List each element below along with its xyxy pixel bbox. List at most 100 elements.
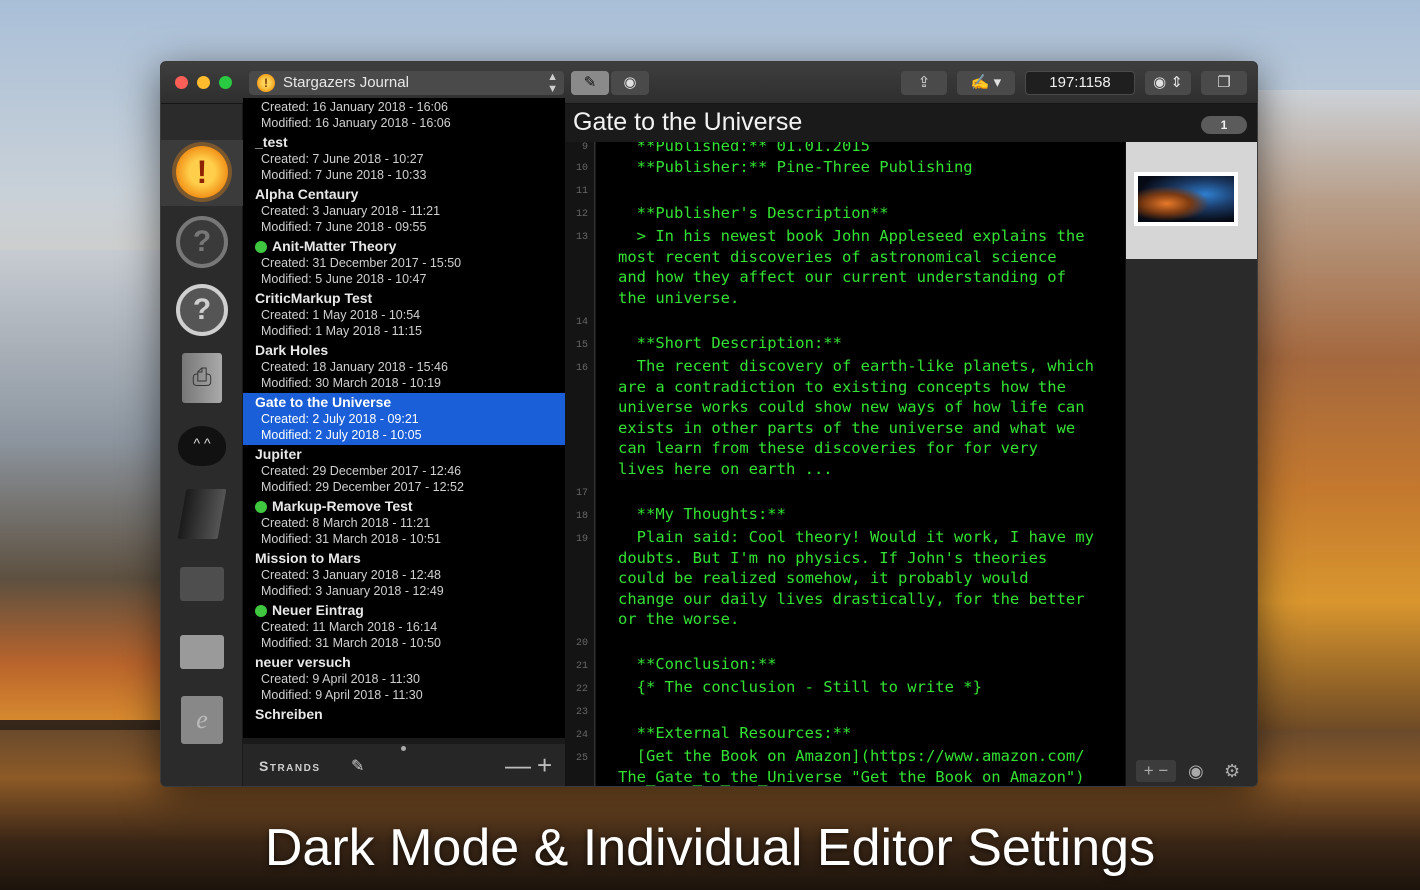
cat-icon: ^ ^ [178, 426, 226, 466]
list-item[interactable]: Schreiben [243, 705, 565, 725]
list-item[interactable]: _test Created: 7 June 2018 - 10:27 Modif… [243, 133, 565, 185]
line-number: 21 [575, 661, 588, 672]
journal-e[interactable]: e [175, 692, 229, 748]
editor-line: **Publisher's Description** [618, 204, 889, 222]
journal-folder[interactable] [175, 556, 229, 612]
entry-title: Alpha Centaury [255, 186, 359, 202]
entry-title: Neuer Eintrag [255, 602, 555, 619]
journal-question-icon: ? [176, 216, 228, 268]
attachments-panel: + − ◉ ⚙ [1125, 142, 1257, 786]
line-number: 25 [575, 753, 588, 764]
page-count-badge: 1 [1201, 116, 1247, 134]
journal-question-light[interactable]: ? [175, 282, 229, 338]
entry-created: Created: 1 May 2018 - 10:54 [261, 308, 421, 322]
entry-title: Gate to the Universe [255, 394, 392, 410]
eye-icon[interactable]: ◉ [1188, 762, 1204, 780]
entry-modified: Modified: 7 June 2018 - 09:55 [261, 220, 427, 234]
entry-modified: Modified: 31 March 2018 - 10:51 [261, 532, 441, 546]
pencil-icon: ✎ [583, 74, 597, 91]
preview-mode-button[interactable]: ◉ [611, 71, 649, 95]
annotate-icon: ✍ ▾ [970, 74, 1002, 91]
list-item[interactable]: Alpha Centaury Created: 3 January 2018 -… [243, 185, 565, 237]
journal-selector-label: Stargazers Journal [283, 74, 409, 91]
status-dot-icon [255, 604, 267, 617]
circle-toggle-icon: ◉ ⇕ [1153, 74, 1183, 91]
line-number: 13 [575, 232, 588, 243]
annotate-menu-button[interactable]: ✍ ▾ [957, 71, 1015, 95]
journal-cat[interactable]: ^ ^ [175, 418, 229, 474]
entry-modified: Modified: 3 January 2018 - 12:49 [261, 584, 444, 598]
editor-paragraph: [Get the Book on Amazon](https://www.ama… [618, 747, 1085, 786]
entry-list: Created: 16 January 2018 - 16:06 Modifie… [243, 98, 565, 738]
list-item[interactable]: neuer versuch Created: 9 April 2018 - 11… [243, 653, 565, 705]
editor-line: {* The conclusion - Still to write *} [618, 678, 982, 696]
list-item[interactable]: Dark Holes Created: 18 January 2018 - 15… [243, 341, 565, 393]
status-dot-icon [255, 500, 267, 513]
add-remove-attachment-buttons[interactable]: + − [1136, 760, 1176, 782]
strands-button[interactable]: Strands [259, 758, 321, 774]
entry-title: _test [255, 134, 288, 150]
editor-paragraph: Plain said: Cool theory! Would it work, … [618, 528, 1094, 628]
list-item[interactable]: Jupiter Created: 29 December 2017 - 12:4… [243, 445, 565, 497]
journal-question-light-icon: ? [176, 284, 228, 336]
editor-line: **Publisher:** Pine-Three Publishing [618, 158, 973, 176]
attachment-area [1126, 142, 1257, 259]
journal-sun[interactable]: ! [175, 144, 229, 200]
list-item[interactable]: Anit-Matter Theory Created: 31 December … [243, 237, 565, 289]
list-item[interactable]: Created: 16 January 2018 - 16:06 Modifie… [243, 98, 565, 133]
theme-toggle-button[interactable]: ◉ ⇕ [1145, 71, 1191, 95]
journal-question[interactable]: ? [175, 214, 229, 270]
notebook-icon: ⎙ [182, 353, 222, 403]
remove-entry-button[interactable]: — [505, 752, 531, 778]
editor-line: **Published:** 01.01.2015 [618, 142, 870, 155]
entry-created: Created: 7 June 2018 - 10:27 [261, 152, 424, 166]
edit-mode-button[interactable]: ✎ [571, 71, 609, 95]
share-button[interactable]: ⇪ [901, 71, 947, 95]
journal-selector[interactable]: ! Stargazers Journal ▲ ▼ [249, 71, 564, 95]
chevron-updown-icon: ▲ ▼ [547, 71, 558, 95]
list-item[interactable]: Mission to Mars Created: 3 January 2018 … [243, 549, 565, 601]
list-item[interactable]: Neuer Eintrag Created: 11 March 2018 - 1… [243, 601, 565, 653]
resize-handle[interactable] [401, 746, 406, 751]
entry-created: Created: 18 January 2018 - 15:46 [261, 360, 448, 374]
journal-sun-icon: ! [257, 74, 275, 92]
copy-button[interactable]: ❐ [1201, 71, 1247, 95]
line-number: 15 [575, 340, 588, 351]
entry-title: Mission to Mars [255, 550, 361, 566]
entry-created: Created: 8 March 2018 - 11:21 [261, 516, 431, 530]
markdown-editor[interactable]: **Published:** 01.01.2015 **Publisher:**… [596, 142, 1125, 786]
attachment-thumbnail[interactable] [1134, 172, 1238, 226]
list-item[interactable]: CriticMarkup Test Created: 1 May 2018 - … [243, 289, 565, 341]
entry-modified: Modified: 31 March 2018 - 10:50 [261, 636, 441, 650]
copy-icon: ❐ [1217, 74, 1231, 91]
entry-title: Jupiter [255, 446, 302, 462]
journal-slab[interactable] [175, 486, 229, 542]
entry-modified: Modified: 1 May 2018 - 11:15 [261, 324, 422, 338]
add-entry-button[interactable]: + [537, 752, 552, 778]
list-item-selected[interactable]: Gate to the Universe Created: 2 July 201… [243, 393, 565, 445]
list-footer: Strands ✎ — + [243, 744, 565, 786]
editor-line: **External Resources:** [618, 724, 852, 742]
entry-modified: Modified: 16 January 2018 - 16:06 [261, 116, 451, 130]
entry-title: neuer versuch [255, 654, 351, 670]
document-title[interactable]: Gate to the Universe [573, 108, 802, 137]
entry-title: CriticMarkup Test [255, 290, 373, 306]
line-number: 23 [575, 707, 588, 718]
zoom-window-button[interactable] [219, 76, 232, 89]
journal-notebook[interactable]: ⎙ [175, 350, 229, 406]
minimize-window-button[interactable] [197, 76, 210, 89]
line-number: 20 [575, 638, 588, 649]
close-window-button[interactable] [175, 76, 188, 89]
entry-created: Created: 16 January 2018 - 16:06 [261, 100, 448, 114]
entry-title: Markup-Remove Test [255, 498, 555, 515]
list-item[interactable]: Markup-Remove Test Created: 8 March 2018… [243, 497, 565, 549]
line-number: 22 [575, 684, 588, 695]
entry-created: Created: 11 March 2018 - 16:14 [261, 620, 438, 634]
folder-light-icon [180, 635, 224, 669]
entry-created: Created: 31 December 2017 - 15:50 [261, 256, 462, 270]
nebula-image [1138, 176, 1234, 222]
gear-icon[interactable]: ⚙ [1224, 762, 1240, 780]
journal-sidebar: ! ? ? ⎙ ^ ^ e [161, 104, 243, 786]
journal-folder-light[interactable] [175, 624, 229, 680]
pencil-icon[interactable]: ✎ [351, 756, 364, 776]
